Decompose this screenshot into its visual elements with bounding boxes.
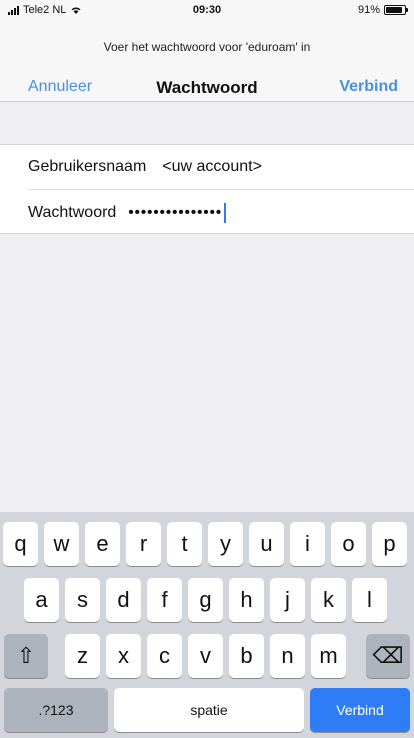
username-field[interactable]: <uw account> [162,158,262,176]
status-bar: Tele2 NL 09:30 91% [0,0,414,20]
key-n[interactable]: n [270,634,305,678]
key-c[interactable]: c [147,634,182,678]
password-prompt: Voer het wachtwoord voor 'eduroam' in [103,40,311,54]
key-v[interactable]: v [188,634,223,678]
key-y[interactable]: y [208,522,243,566]
credentials-form: Gebruikersnaam <uw account> Wachtwoord •… [0,144,414,234]
keyboard: qwertyuiop asdfghjkl ⇧ ⌫ zxcvbnm .?123 s… [0,512,414,738]
key-j[interactable]: j [270,578,305,622]
key-o[interactable]: o [331,522,366,566]
delete-key[interactable]: ⌫ [366,634,410,678]
numbers-key[interactable]: .?123 [4,688,108,732]
key-f[interactable]: f [147,578,182,622]
key-u[interactable]: u [249,522,284,566]
key-s[interactable]: s [65,578,100,622]
key-t[interactable]: t [167,522,202,566]
join-key[interactable]: Verbind [310,688,410,732]
text-cursor [224,202,227,223]
key-k[interactable]: k [311,578,346,622]
keyboard-row-1: qwertyuiop [0,522,414,566]
phone-screen: Tele2 NL 09:30 91% Voer het wachtwoord v… [0,0,414,738]
password-row[interactable]: Wachtwoord ••••••••••••••• [28,190,414,235]
username-label: Gebruikersnaam [28,158,147,175]
key-r[interactable]: r [126,522,161,566]
space-key[interactable]: spatie [114,688,304,732]
keyboard-row-3: ⇧ ⌫ zxcvbnm [0,634,414,678]
battery-icon [384,5,408,15]
key-a[interactable]: a [24,578,59,622]
header: Tele2 NL 09:30 91% Voer het wachtwoord v… [0,0,414,102]
key-l[interactable]: l [352,578,387,622]
username-row[interactable]: Gebruikersnaam <uw account> [28,145,414,190]
password-label: Wachtwoord [28,203,117,221]
key-b[interactable]: b [229,634,264,678]
status-time: 09:30 [192,4,222,16]
battery-level [386,7,403,13]
key-m[interactable]: m [311,634,346,678]
password-field[interactable]: ••••••••••••••• [128,204,222,221]
key-h[interactable]: h [229,578,264,622]
key-e[interactable]: e [85,522,120,566]
shift-key[interactable]: ⇧ [4,634,48,678]
key-p[interactable]: p [372,522,407,566]
keyboard-row-4: .?123 spatie Verbind [0,688,414,732]
key-i[interactable]: i [290,522,325,566]
key-z[interactable]: z [65,634,100,678]
cancel-button[interactable]: Annuleer [28,78,92,96]
key-q[interactable]: q [3,522,38,566]
key-g[interactable]: g [188,578,223,622]
keyboard-row-2: asdfghjkl [0,578,414,622]
join-button[interactable]: Verbind [339,78,398,96]
key-w[interactable]: w [44,522,79,566]
navigation-bar: Annuleer Wachtwoord Verbind [0,76,414,102]
key-d[interactable]: d [106,578,141,622]
key-x[interactable]: x [106,634,141,678]
status-right: 91% [357,4,408,16]
battery-percentage: 91% [357,4,380,16]
